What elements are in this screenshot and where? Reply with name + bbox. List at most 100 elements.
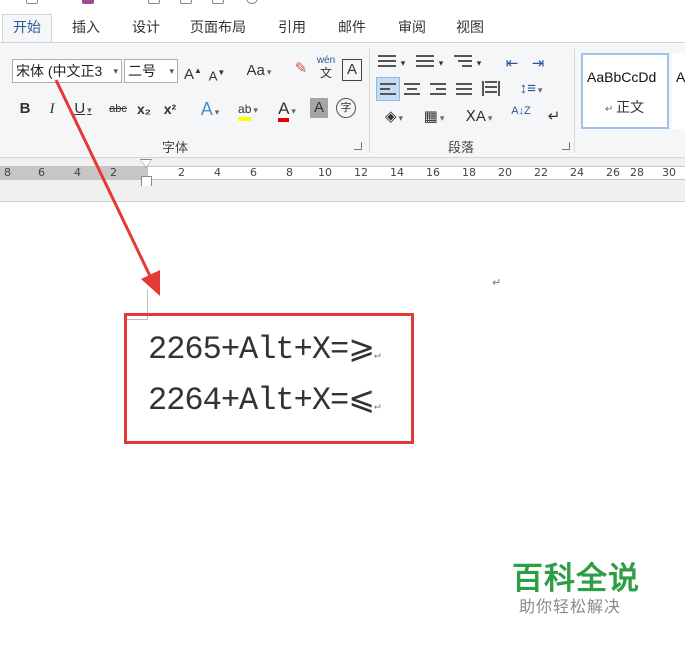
multilevel-list-icon[interactable]: [454, 55, 472, 70]
text-effects-button[interactable]: A: [194, 97, 226, 121]
ruler-tick: 8: [4, 166, 11, 179]
change-case-icon: Aa: [246, 62, 265, 79]
chevron-down-icon[interactable]: ▾: [113, 60, 118, 82]
style-next[interactable]: A: [672, 53, 685, 129]
distributed-icon[interactable]: [482, 81, 500, 96]
chevron-down-icon[interactable]: ▾: [169, 60, 174, 82]
clear-format-button[interactable]: ✎: [290, 57, 312, 81]
paragraph-mark-icon: ↵: [605, 104, 617, 115]
align-left-button[interactable]: [376, 77, 400, 101]
style-normal[interactable]: AaBbCcDd ↵ 正文: [581, 53, 669, 129]
enclose-characters-button[interactable]: 字: [336, 98, 356, 118]
font-size-value: 二号: [128, 63, 156, 79]
ruler-tick: 6: [38, 166, 45, 179]
new-document-icon[interactable]: [212, 0, 224, 4]
font-name-combo[interactable]: 宋体 (中文正3 ▾: [12, 59, 122, 83]
eraser-icon: ✎: [294, 60, 308, 77]
increase-indent-icon[interactable]: ⇥: [528, 52, 548, 76]
ruler-tick: 26: [606, 166, 620, 179]
paragraph-shading-button[interactable]: ◈: [376, 105, 412, 129]
tab-view[interactable]: 视图: [446, 16, 494, 42]
change-case-button[interactable]: Aa: [242, 59, 276, 83]
sort-icon: A↓Z: [511, 105, 531, 117]
ruler-tick: 30: [662, 166, 676, 179]
chevron-down-icon[interactable]: ▾: [398, 51, 408, 75]
align-right-icon[interactable]: [430, 83, 446, 98]
strikethrough-button[interactable]: abc: [106, 97, 130, 121]
ruler-tick: 4: [74, 166, 81, 179]
chinese-layout-button[interactable]: ⅩA: [462, 105, 496, 129]
font-dialog-launcher-icon[interactable]: [354, 142, 362, 150]
watermark-title: 百科全说: [512, 561, 640, 597]
decrease-indent-icon[interactable]: ⇤: [502, 52, 522, 76]
numbering-icon[interactable]: [416, 55, 434, 70]
tab-design[interactable]: 设计: [122, 16, 170, 42]
character-shading-icon: A: [313, 99, 324, 116]
paragraph-mark: ↵: [492, 277, 502, 289]
paragraph-dialog-launcher-icon[interactable]: [562, 142, 570, 150]
align-center-icon[interactable]: [404, 83, 420, 98]
italic-button[interactable]: I: [44, 97, 60, 121]
show-marks-icon[interactable]: ↵: [544, 105, 564, 129]
style-name-normal: ↵ 正文: [605, 97, 644, 117]
customize-icon[interactable]: [246, 0, 258, 4]
sort-button[interactable]: A↓Z: [510, 105, 532, 129]
font-size-combo[interactable]: 二号 ▾: [124, 59, 178, 83]
ribbon-tabs: 开始 插入 设计 页面布局 引用 邮件 审阅 视图: [0, 10, 685, 43]
highlighter-icon: ab: [238, 102, 252, 121]
ruler-tick: 20: [498, 166, 512, 179]
annotation-box: [124, 313, 414, 444]
print-preview-icon[interactable]: [148, 0, 160, 4]
font-color-button[interactable]: A: [270, 97, 304, 122]
bold-button[interactable]: B: [16, 97, 34, 121]
align-left-icon: [380, 83, 396, 98]
highlight-button[interactable]: ab: [230, 97, 266, 121]
ruler-tick: 10: [318, 166, 332, 179]
underline-button[interactable]: U: [68, 97, 98, 121]
phonetic-bottom: 文: [319, 66, 332, 80]
bullets-icon[interactable]: [378, 55, 396, 70]
subscript-button[interactable]: x₂: [134, 97, 154, 121]
character-border-button[interactable]: A: [342, 59, 362, 81]
tab-home[interactable]: 开始: [2, 14, 52, 43]
character-border-icon: A: [346, 61, 357, 78]
font-group-label: 字体: [162, 140, 189, 155]
ruler-tick: 4: [214, 166, 221, 179]
tab-insert[interactable]: 插入: [62, 16, 110, 42]
underline-icon: U: [74, 100, 86, 117]
group-divider: [574, 49, 575, 153]
undo-icon[interactable]: [26, 0, 38, 4]
chevron-down-icon[interactable]: ▾: [436, 51, 446, 75]
ruler-tick: 8: [286, 166, 293, 179]
style-sample: AaBbCcDd: [587, 69, 657, 85]
justify-icon[interactable]: [456, 83, 472, 98]
font-name-value: 宋体 (中文正3: [16, 63, 103, 79]
style-next-sample: A: [676, 69, 685, 85]
group-divider: [369, 49, 370, 153]
tab-references[interactable]: 引用: [268, 16, 316, 42]
line-spacing-button[interactable]: ↕≡: [514, 77, 548, 101]
ruler-tick: 16: [426, 166, 440, 179]
paint-bucket-icon: ◈: [384, 108, 397, 125]
grow-font-button[interactable]: A▲: [184, 59, 202, 83]
grow-font-icon: A: [184, 66, 195, 83]
text-effects-icon: A: [200, 99, 213, 119]
shrink-font-button[interactable]: A▼: [208, 61, 226, 85]
ruler-tick: 28: [630, 166, 644, 179]
tab-layout[interactable]: 页面布局: [180, 16, 256, 42]
save-icon[interactable]: [180, 0, 192, 4]
document-gutter: [0, 186, 685, 202]
tab-review[interactable]: 审阅: [388, 16, 436, 42]
ruler-tick: 18: [462, 166, 476, 179]
phonetic-guide-button[interactable]: wén 文: [316, 55, 336, 79]
chevron-down-icon[interactable]: ▾: [474, 51, 484, 75]
superscript-button[interactable]: x²: [160, 97, 180, 121]
borders-icon: ▦: [423, 108, 438, 125]
character-shading-button[interactable]: A: [310, 98, 328, 118]
style-normal-label: 正文: [616, 99, 645, 115]
horizontal-ruler[interactable]: 8 6 4 2 2 4 6 8 10 12 14 16 18 20 22 24 …: [0, 158, 685, 187]
tab-mailings[interactable]: 邮件: [328, 16, 376, 42]
title-bar: [0, 0, 685, 10]
ribbon: 宋体 (中文正3 ▾ 二号 ▾ A▲ A▼ Aa ✎ wén 文 A B I U…: [0, 42, 685, 158]
borders-button[interactable]: ▦: [416, 105, 452, 129]
